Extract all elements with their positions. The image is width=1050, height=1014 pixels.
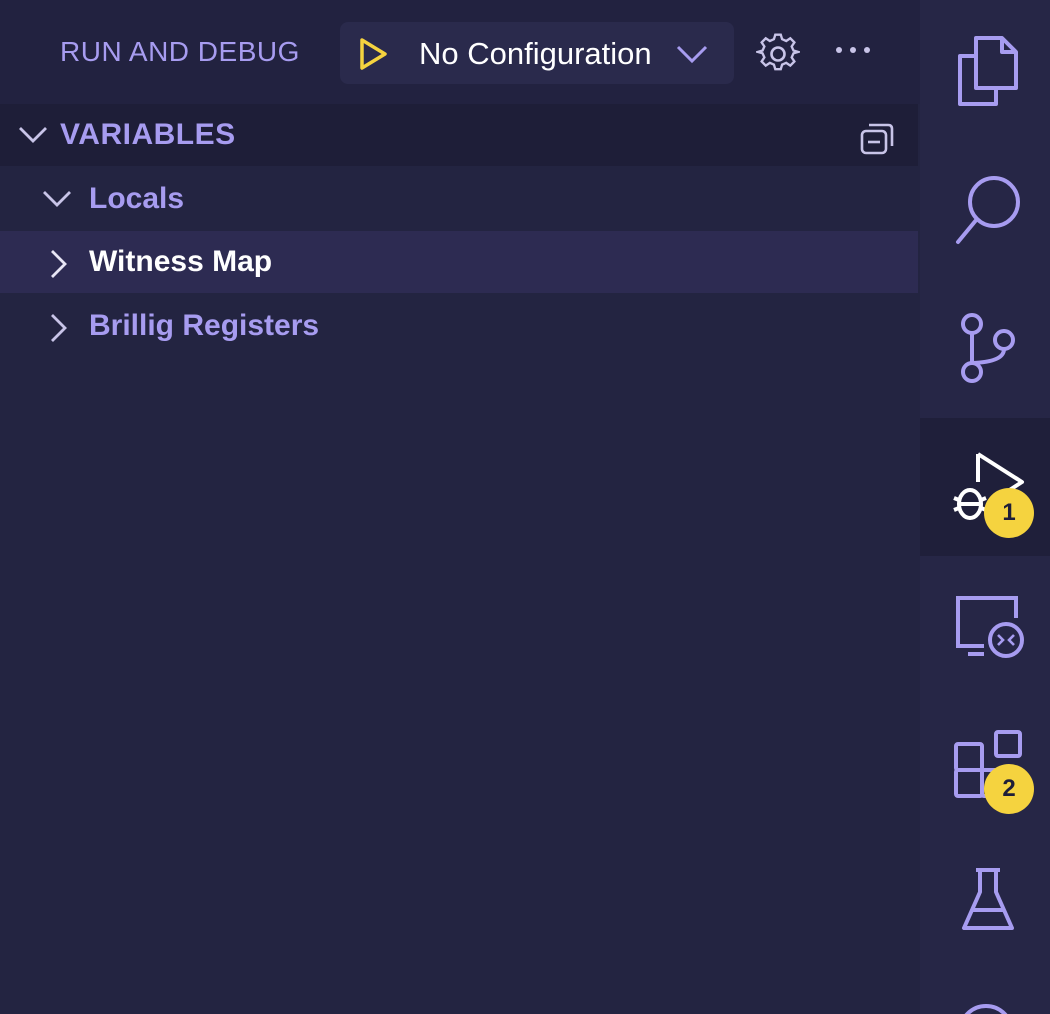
activity-more[interactable] bbox=[920, 978, 1050, 1014]
chevron-down-icon[interactable] bbox=[675, 38, 709, 72]
gear-icon[interactable] bbox=[753, 32, 803, 80]
sidebar-title: RUN AND DEBUG bbox=[60, 36, 300, 67]
configuration-dropdown[interactable]: No Configuration bbox=[340, 22, 734, 84]
tree-item-witness-map[interactable]: Witness Map bbox=[0, 231, 918, 293]
tree-item-label: Witness Map bbox=[89, 245, 273, 278]
chevron-right-icon[interactable] bbox=[46, 313, 70, 347]
tree-item-label: Brillig Registers bbox=[89, 309, 320, 342]
activity-bar: 1 2 bbox=[920, 0, 1050, 1014]
activity-extensions[interactable]: 2 bbox=[920, 698, 1050, 836]
variables-section-title: VARIABLES bbox=[60, 118, 236, 151]
account-icon bbox=[964, 1004, 1008, 1014]
activity-testing[interactable] bbox=[920, 838, 1050, 976]
activity-search[interactable] bbox=[920, 140, 1050, 278]
debug-badge: 1 bbox=[984, 488, 1034, 538]
remote-explorer-icon bbox=[956, 596, 1024, 658]
configuration-label: No Configuration bbox=[419, 36, 652, 71]
activity-explorer[interactable] bbox=[920, 0, 1050, 138]
play-icon[interactable] bbox=[356, 37, 390, 75]
search-icon bbox=[956, 176, 1020, 244]
variables-section-header[interactable]: VARIABLES bbox=[0, 104, 918, 166]
tree-item-locals[interactable]: Locals bbox=[0, 168, 918, 230]
extensions-badge: 2 bbox=[984, 764, 1034, 814]
files-icon bbox=[958, 36, 1018, 106]
chevron-down-icon[interactable] bbox=[18, 122, 48, 152]
chevron-right-icon[interactable] bbox=[46, 249, 70, 283]
tree-item-label: Locals bbox=[89, 182, 185, 215]
activity-run-and-debug[interactable]: 1 bbox=[920, 418, 1050, 556]
activity-remote-explorer[interactable] bbox=[920, 558, 1050, 696]
debug-sidebar: RUN AND DEBUG No Configuration VARIABLES… bbox=[0, 0, 920, 1014]
beaker-icon bbox=[962, 868, 1014, 930]
sidebar-header: RUN AND DEBUG No Configuration bbox=[0, 0, 920, 104]
activity-source-control[interactable] bbox=[920, 280, 1050, 418]
source-control-icon bbox=[961, 313, 1015, 383]
ellipsis-icon[interactable] bbox=[834, 40, 874, 64]
chevron-down-icon[interactable] bbox=[42, 186, 72, 216]
tree-item-brillig-registers[interactable]: Brillig Registers bbox=[0, 295, 918, 357]
collapse-all-icon[interactable] bbox=[858, 118, 898, 162]
